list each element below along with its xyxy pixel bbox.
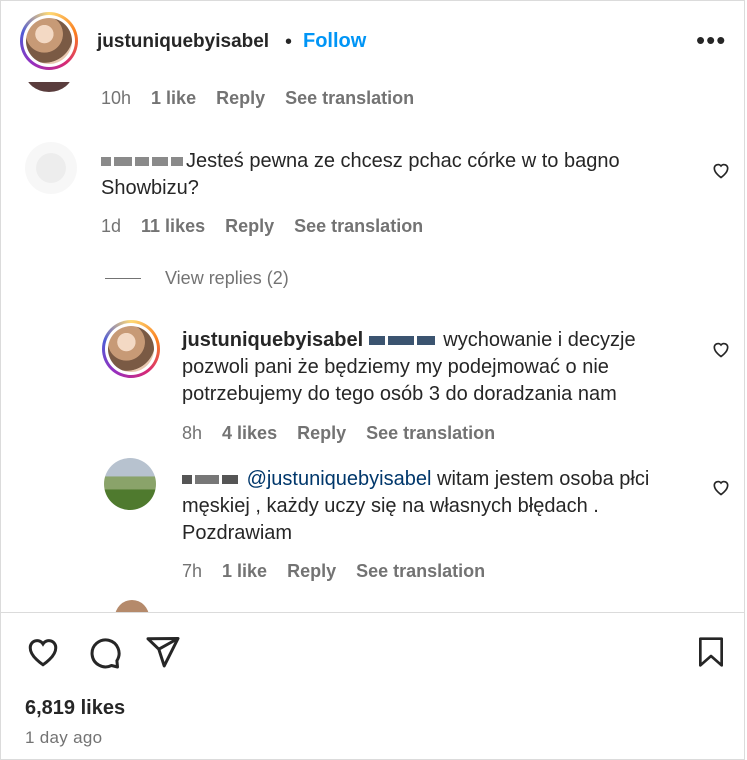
- comment-text: @justuniquebyisabel witam jestem osoba p…: [182, 466, 650, 545]
- reply-button[interactable]: Reply: [287, 561, 336, 582]
- comment-meta: 7h 1 like Reply See translation: [182, 561, 485, 582]
- comment-meta: 1d 11 likes Reply See translation: [101, 216, 423, 237]
- follow-button[interactable]: Follow: [303, 30, 366, 53]
- comment-likes[interactable]: 1 like: [222, 561, 267, 582]
- redacted-username: [182, 466, 241, 493]
- redacted-username: [101, 148, 186, 175]
- avatar[interactable]: [104, 458, 156, 510]
- divider-line: [105, 278, 141, 279]
- comment-likes[interactable]: 4 likes: [222, 423, 277, 444]
- avatar[interactable]: [25, 142, 77, 194]
- more-options-icon[interactable]: •••: [696, 25, 726, 56]
- reply-button[interactable]: Reply: [225, 216, 274, 237]
- comment-time: 8h: [182, 423, 203, 443]
- see-translation-button[interactable]: See translation: [294, 216, 423, 237]
- post-likes-count[interactable]: 6,819 likes: [25, 697, 125, 720]
- comment-meta: 10h 1 like Reply See translation: [101, 88, 414, 109]
- like-heart-icon[interactable]: [711, 339, 731, 359]
- comment-likes[interactable]: 11 likes: [141, 216, 205, 237]
- like-heart-icon[interactable]: [711, 160, 731, 180]
- profile-avatar[interactable]: [20, 12, 78, 70]
- comment-text: justuniquebyisabel wychowanie i decyzje …: [182, 327, 636, 406]
- comment-time: 10h: [101, 88, 132, 108]
- header-separator: •: [285, 31, 293, 53]
- mention-link[interactable]: @justuniquebyisabel: [247, 468, 432, 490]
- comment-icon[interactable]: [85, 634, 123, 670]
- post-timestamp: 1 day ago: [25, 728, 103, 747]
- avatar[interactable]: [25, 82, 73, 92]
- like-heart-icon[interactable]: [711, 477, 731, 497]
- reply-button[interactable]: Reply: [216, 88, 265, 109]
- see-translation-button[interactable]: See translation: [285, 88, 414, 109]
- redacted-username: [368, 327, 438, 354]
- header-username[interactable]: justuniquebyisabel: [97, 31, 269, 53]
- comment-username[interactable]: justuniquebyisabel: [182, 329, 363, 351]
- comment-time: 1d: [101, 216, 122, 236]
- comment-likes[interactable]: 1 like: [151, 88, 196, 109]
- post-header: justuniquebyisabel • Follow •••: [0, 0, 745, 82]
- comment-thread[interactable]: 10h 1 like Reply See translation Jesteś …: [0, 82, 745, 612]
- comment-meta: 8h 4 likes Reply See translation: [182, 423, 495, 444]
- like-heart-icon[interactable]: [24, 634, 62, 670]
- reply-button[interactable]: Reply: [297, 423, 346, 444]
- bookmark-icon[interactable]: [695, 634, 727, 670]
- see-translation-button[interactable]: See translation: [356, 561, 485, 582]
- comment-text: Jesteś pewna ze chcesz pchac córke w to …: [101, 148, 620, 200]
- avatar[interactable]: [115, 600, 149, 612]
- avatar[interactable]: [102, 320, 160, 378]
- share-icon[interactable]: [145, 634, 181, 670]
- see-translation-button[interactable]: See translation: [366, 423, 495, 444]
- view-replies-button[interactable]: View replies (2): [105, 268, 289, 289]
- comment-time: 7h: [182, 561, 203, 581]
